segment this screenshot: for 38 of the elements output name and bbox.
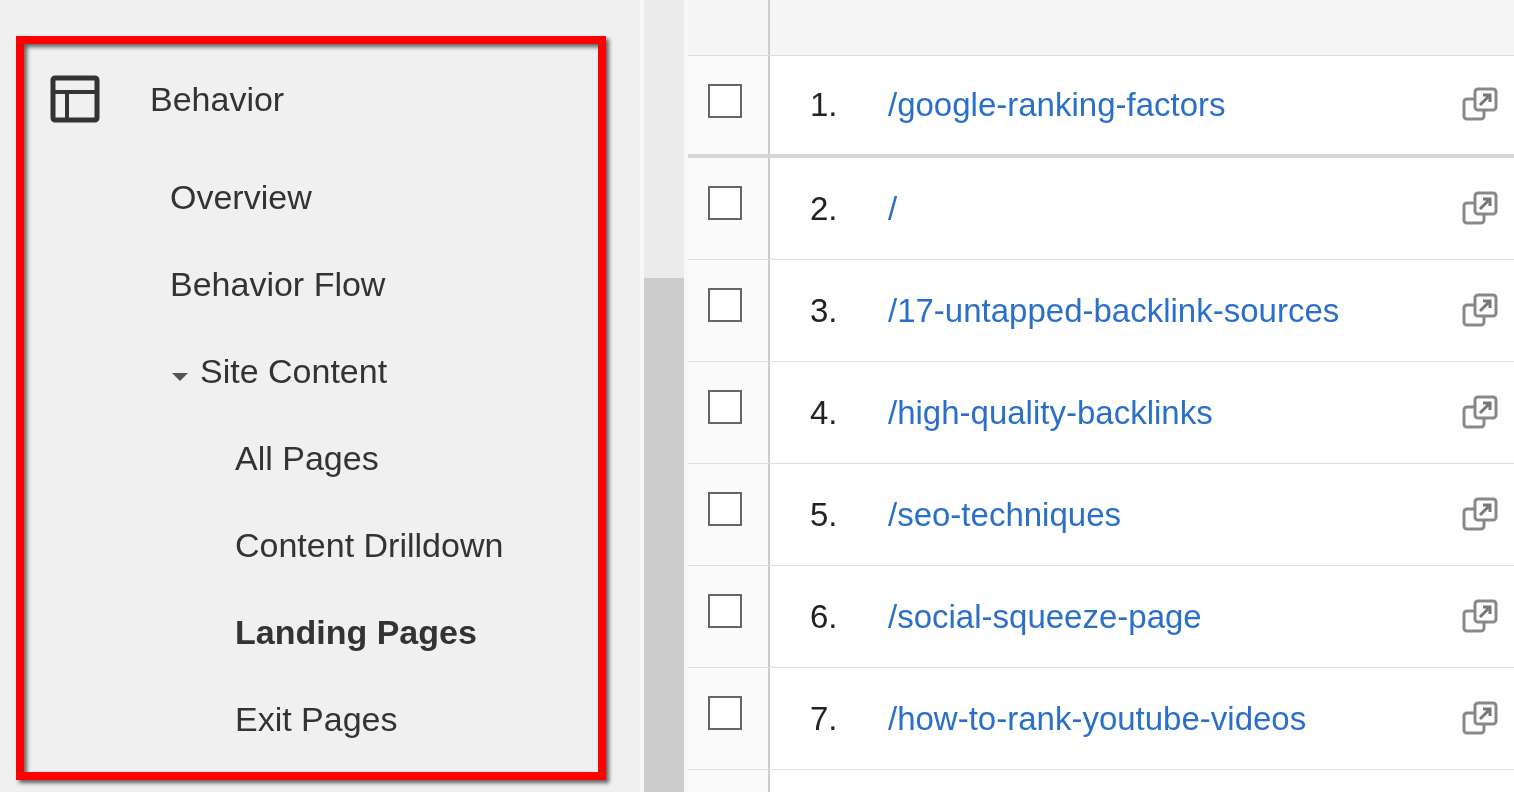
open-window-icon[interactable] [1462, 87, 1498, 123]
row-number: 3. [810, 290, 839, 331]
page-link[interactable]: /17-untapped-backlink-sources [888, 285, 1462, 336]
page-link[interactable]: /social-squeeze-page [888, 591, 1462, 642]
row-number: 2. [810, 188, 839, 229]
sidebar-item[interactable]: Exit Pages [235, 694, 398, 745]
row-checkbox[interactable] [708, 84, 742, 118]
open-window-icon[interactable] [1462, 394, 1498, 431]
layout-icon [50, 75, 100, 123]
row-number: 7. [810, 698, 839, 739]
open-window-icon[interactable] [1462, 598, 1498, 635]
row-checkbox[interactable] [708, 288, 742, 322]
row-number: 6. [810, 596, 839, 637]
page-link[interactable]: /how-to-rank-youtube-videos [888, 693, 1462, 744]
page-link[interactable]: /seo-techniques [888, 489, 1462, 540]
page-link[interactable]: / [888, 183, 1462, 234]
row-number: 1. [810, 85, 839, 126]
open-window-icon[interactable] [1462, 496, 1498, 533]
sidebar-item[interactable]: All Pages [235, 433, 379, 484]
open-window-icon[interactable] [1462, 292, 1498, 329]
row-checkbox[interactable] [708, 594, 742, 628]
section-title[interactable]: Behavior [150, 73, 285, 125]
open-window-icon[interactable] [1462, 700, 1498, 737]
row-number: 4. [810, 392, 839, 433]
sidebar-item[interactable]: Content Drilldown [235, 520, 504, 571]
row-checkbox[interactable] [708, 696, 742, 730]
row-checkbox[interactable] [708, 186, 742, 220]
sidebar-item[interactable]: Behavior Flow [170, 259, 386, 310]
page-link[interactable]: /google-ranking-factors [888, 80, 1462, 130]
row-checkbox[interactable] [708, 492, 742, 526]
scrollbar-thumb[interactable] [644, 278, 684, 792]
sidebar-item[interactable]: Overview [170, 172, 312, 223]
page-link[interactable]: /high-quality-backlinks [888, 387, 1462, 438]
row-checkbox[interactable] [708, 390, 742, 424]
sidebar-item[interactable]: Landing Pages [235, 607, 477, 658]
sidebar-item[interactable]: Site Content [200, 346, 388, 397]
open-window-icon[interactable] [1462, 190, 1498, 227]
row-number: 5. [810, 494, 839, 535]
